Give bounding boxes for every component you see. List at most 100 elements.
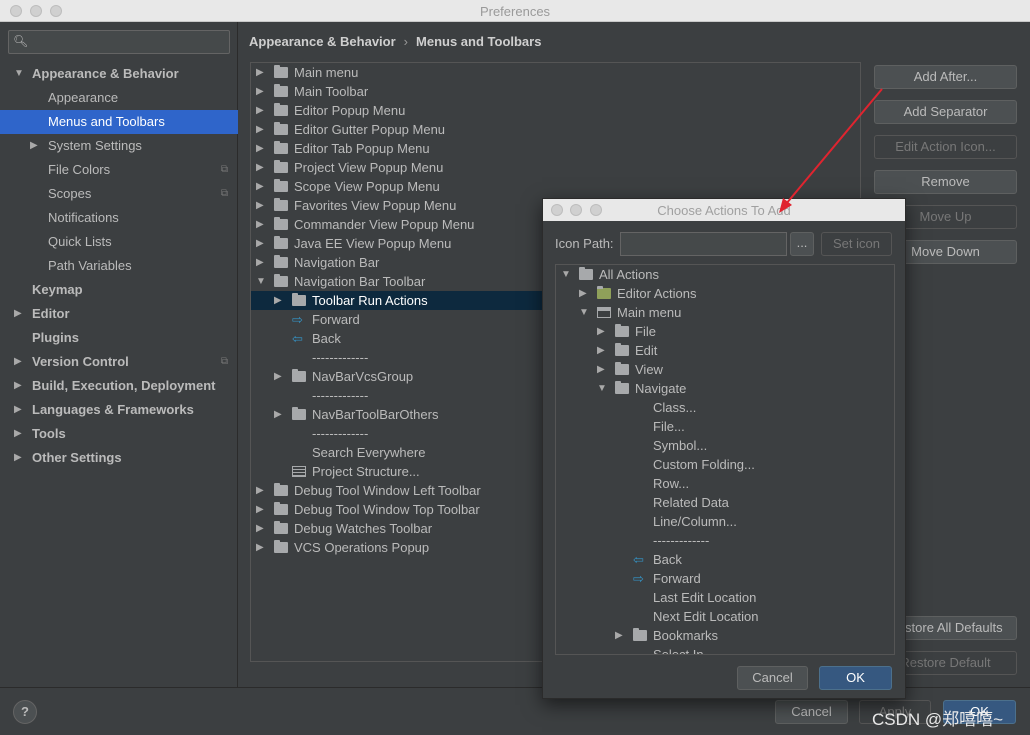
actions-tree-row[interactable]: ▶ Bookmarks [556,626,894,645]
expand-arrow-icon[interactable]: ▼ [579,303,589,322]
sidebar-item[interactable]: Plugins [0,326,238,350]
sidebar-item[interactable]: ▶ Languages & Frameworks [0,398,238,422]
collapse-arrow-icon[interactable]: ▶ [256,500,264,519]
collapse-arrow-icon[interactable]: ▶ [256,63,264,82]
actions-tree-row[interactable]: ▼ All Actions [556,265,894,284]
project-scope-icon: ⧉ [220,356,228,367]
collapse-arrow-icon[interactable]: ▶ [615,626,623,645]
settings-search-input[interactable]: 🔍︎ [8,30,230,54]
collapse-arrow-icon[interactable]: ▶ [256,538,264,557]
sidebar-item[interactable]: ▼ Appearance & Behavior [0,62,238,86]
actions-tree-row[interactable]: Select In [556,645,894,654]
actions-tree-row[interactable]: Row... [556,474,894,493]
sidebar-item[interactable]: Notifications [0,206,238,230]
collapse-arrow-icon[interactable]: ▶ [579,284,587,303]
actions-tree-row[interactable]: ▼ Main menu [556,303,894,322]
collapse-arrow-icon[interactable]: ▶ [274,367,282,386]
sidebar-item[interactable]: Appearance [0,86,238,110]
actions-tree-row[interactable]: ⇦ Back [556,550,894,569]
expand-arrow-icon[interactable]: ▼ [561,265,571,284]
collapse-arrow-icon[interactable]: ▶ [256,519,264,538]
collapse-arrow-icon[interactable]: ▶ [30,134,38,158]
sidebar-item[interactable]: ▶ Editor [0,302,238,326]
collapse-arrow-icon[interactable]: ▶ [256,139,264,158]
collapse-arrow-icon[interactable]: ▶ [14,350,22,374]
main-tree-row[interactable]: ▶ Project View Popup Menu [251,158,860,177]
actions-tree-row[interactable]: Symbol... [556,436,894,455]
actions-tree-row[interactable]: ▶ View [556,360,894,379]
browse-button[interactable]: ... [790,232,814,256]
collapse-arrow-icon[interactable]: ▶ [256,177,264,196]
actions-tree-row-label: Related Data [653,495,729,510]
collapse-arrow-icon[interactable]: ▶ [256,481,264,500]
actions-tree-row[interactable]: Related Data [556,493,894,512]
collapse-arrow-icon[interactable]: ▶ [597,341,605,360]
collapse-arrow-icon[interactable]: ▶ [256,196,264,215]
collapse-arrow-icon[interactable]: ▶ [597,360,605,379]
actions-tree-row[interactable]: ⇨ Forward [556,569,894,588]
sidebar-item[interactable]: File Colors ⧉ [0,158,238,182]
actions-tree-row[interactable]: Line/Column... [556,512,894,531]
collapse-arrow-icon[interactable]: ▶ [14,446,22,470]
collapse-arrow-icon[interactable]: ▶ [597,322,605,341]
expand-arrow-icon[interactable]: ▼ [256,272,266,291]
sidebar-item[interactable]: ▶ System Settings [0,134,238,158]
main-tree-row[interactable]: ▶ Editor Gutter Popup Menu [251,120,860,139]
main-tree-row-label: Navigation Bar [294,255,380,270]
help-button[interactable]: ? [13,700,37,724]
sidebar-item[interactable]: Menus and Toolbars [0,110,238,134]
dialog-ok-button[interactable]: OK [819,666,892,690]
actions-tree-row[interactable]: Last Edit Location [556,588,894,607]
collapse-arrow-icon[interactable]: ▶ [14,302,22,326]
set-icon-button[interactable]: Set icon [821,232,892,256]
sidebar-item[interactable]: Quick Lists [0,230,238,254]
actions-tree-row[interactable]: ▶ File [556,322,894,341]
dialog-cancel-button[interactable]: Cancel [737,666,808,690]
collapse-arrow-icon[interactable]: ▶ [256,120,264,139]
collapse-arrow-icon[interactable]: ▶ [256,101,264,120]
sidebar-item[interactable]: ▶ Other Settings [0,446,238,470]
main-tree-row-label: Debug Tool Window Left Toolbar [294,483,481,498]
actions-tree-row[interactable]: Class... [556,398,894,417]
collapse-arrow-icon[interactable]: ▶ [14,422,22,446]
sidebar-item[interactable]: Keymap [0,278,238,302]
add-after-button[interactable]: Add After... [874,65,1017,89]
collapse-arrow-icon[interactable]: ▶ [256,215,264,234]
expand-arrow-icon[interactable]: ▼ [597,379,607,398]
collapse-arrow-icon[interactable]: ▶ [256,158,264,177]
folder-icon [274,84,288,97]
cancel-button[interactable]: Cancel [775,700,848,724]
actions-tree-row[interactable]: Next Edit Location [556,607,894,626]
expand-arrow-icon[interactable]: ▼ [14,62,24,86]
collapse-arrow-icon[interactable]: ▶ [14,398,22,422]
main-tree-row[interactable]: ▶ Editor Tab Popup Menu [251,139,860,158]
main-tree-row-label: Main menu [294,65,359,80]
collapse-arrow-icon[interactable]: ▶ [274,405,282,424]
actions-tree[interactable]: ▼ All Actions ▶ Editor Actions ▼ Main menu ▶ Fi… [555,264,895,655]
actions-tree-row[interactable]: ▼ Navigate [556,379,894,398]
collapse-arrow-icon[interactable]: ▶ [256,82,264,101]
actions-tree-row[interactable]: ▶ Editor Actions [556,284,894,303]
main-tree-row[interactable]: ▶ Scope View Popup Menu [251,177,860,196]
actions-tree-row[interactable]: Custom Folding... [556,455,894,474]
collapse-arrow-icon[interactable]: ▶ [256,253,264,272]
main-tree-row[interactable]: ▶ Main menu [251,63,860,82]
actions-tree-row[interactable]: ▶ Edit [556,341,894,360]
main-tree-row[interactable]: ▶ Editor Popup Menu [251,101,860,120]
main-tree-row-label: Toolbar Run Actions [312,293,428,308]
actions-tree-row[interactable]: File... [556,417,894,436]
sidebar-item[interactable]: ▶ Tools [0,422,238,446]
actions-tree-row[interactable]: ------------- [556,531,894,550]
main-tree-row[interactable]: ▶ Main Toolbar [251,82,860,101]
sidebar-item[interactable]: ▶ Version Control ⧉ [0,350,238,374]
add-separator-button[interactable]: Add Separator [874,100,1017,124]
collapse-arrow-icon[interactable]: ▶ [256,234,264,253]
sidebar-item[interactable]: Path Variables [0,254,238,278]
edit-action-icon-button[interactable]: Edit Action Icon... [874,135,1017,159]
sidebar-item[interactable]: Scopes ⧉ [0,182,238,206]
collapse-arrow-icon[interactable]: ▶ [274,291,282,310]
icon-path-input[interactable] [620,232,787,256]
collapse-arrow-icon[interactable]: ▶ [14,374,22,398]
sidebar-item[interactable]: ▶ Build, Execution, Deployment [0,374,238,398]
remove-button[interactable]: Remove [874,170,1017,194]
